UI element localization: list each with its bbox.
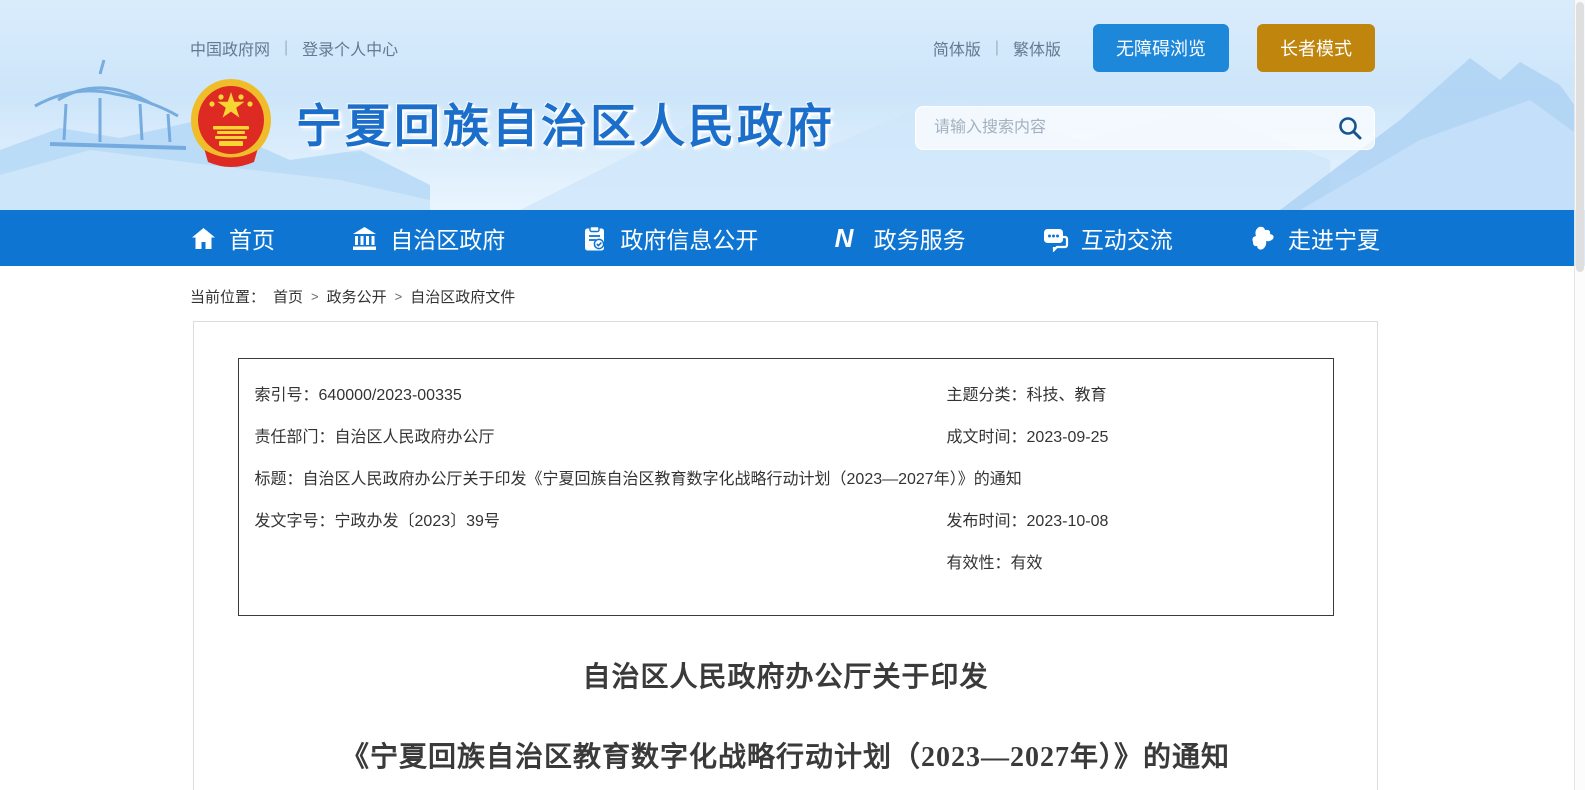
nav-label: 政府信息公开 — [620, 221, 758, 255]
site-title: 宁夏回族自治区人民政府 — [296, 90, 835, 156]
info-disclosure-clipboard-icon — [581, 225, 608, 252]
document-title-line-2: 《宁夏回族自治区教育数字化战略行动计划（2023—2027年）》的通知 — [194, 744, 1377, 772]
nav-item-enter-ningxia[interactable]: 走进宁夏 — [1249, 221, 1380, 255]
search-icon[interactable] — [1337, 115, 1363, 141]
topbar-separator: | — [284, 39, 288, 57]
page: 中国政府网 | 登录个人中心 简体版 | 繁体版 无障碍浏览 长者模式 — [0, 0, 1585, 790]
nav-label: 首页 — [229, 221, 275, 255]
home-icon — [190, 225, 217, 252]
document-panel: 索引号：640000/2023-00335 主题分类：科技、教育 责任部门：自治… — [193, 321, 1378, 790]
ningxia-map-icon — [1249, 225, 1276, 252]
search-input[interactable] — [915, 106, 1375, 150]
nav-item-home[interactable]: 首页 — [190, 221, 275, 255]
meta-index-number: 索引号：640000/2023-00335 — [255, 375, 947, 417]
document-title-block: 自治区人民政府办公厅关于印发 《宁夏回族自治区教育数字化战略行动计划（2023—… — [194, 664, 1377, 790]
scrollbar-thumb[interactable] — [1576, 2, 1584, 272]
meta-validity: 有效性：有效 — [947, 543, 1317, 585]
meta-responsible-department: 责任部门：自治区人民政府办公厅 — [255, 417, 947, 459]
nav-item-regional-government[interactable]: 自治区政府 — [351, 221, 505, 255]
document-title-line-1: 自治区人民政府办公厅关于印发 — [194, 664, 1377, 692]
breadcrumb-item-disclosure[interactable]: 政务公开 — [327, 286, 387, 307]
site-header: 中国政府网 | 登录个人中心 简体版 | 繁体版 无障碍浏览 长者模式 — [0, 0, 1585, 210]
breadcrumb-item-current: 自治区政府文件 — [410, 286, 515, 307]
traditional-chinese-link[interactable]: 繁体版 — [1013, 36, 1061, 60]
breadcrumb: 当前位置： 首页 > 政务公开 > 自治区政府文件 — [190, 286, 1585, 307]
breadcrumb-separator: > — [395, 289, 403, 304]
meta-topic-category: 主题分类：科技、教育 — [947, 375, 1317, 417]
nav-item-info-disclosure[interactable]: 政府信息公开 — [581, 221, 758, 255]
nav-item-interaction[interactable]: 互动交流 — [1042, 221, 1173, 255]
meta-document-title: 标题：自治区人民政府办公厅关于印发《宁夏回族自治区教育数字化战略行动计划（202… — [255, 459, 1317, 501]
accessibility-browse-button[interactable]: 无障碍浏览 — [1093, 24, 1229, 72]
search-box — [915, 106, 1375, 150]
lang-separator: | — [995, 39, 999, 57]
meta-empty-cell — [255, 543, 947, 585]
vertical-scrollbar[interactable] — [1574, 0, 1585, 790]
national-emblem-icon — [190, 78, 272, 168]
main-nav: 首页 自治区政府 政 — [0, 210, 1585, 266]
breadcrumb-label: 当前位置： — [190, 286, 265, 307]
nav-label: 自治区政府 — [390, 221, 505, 255]
meta-written-date: 成文时间：2023-09-25 — [947, 417, 1317, 459]
document-meta-box: 索引号：640000/2023-00335 主题分类：科技、教育 责任部门：自治… — [238, 358, 1334, 616]
breadcrumb-item-home[interactable]: 首页 — [273, 286, 303, 307]
chat-bubble-icon — [1042, 225, 1069, 252]
topbar: 中国政府网 | 登录个人中心 简体版 | 繁体版 无障碍浏览 长者模式 — [0, 24, 1585, 72]
simplified-chinese-link[interactable]: 简体版 — [933, 36, 981, 60]
nav-label: 政务服务 — [874, 221, 966, 255]
breadcrumb-separator: > — [311, 289, 319, 304]
gov-cn-link[interactable]: 中国政府网 — [190, 36, 270, 60]
nav-item-government-services[interactable]: N 政务服务 — [835, 221, 966, 255]
nav-label: 互动交流 — [1081, 221, 1173, 255]
elder-mode-button[interactable]: 长者模式 — [1257, 24, 1375, 72]
meta-document-number: 发文字号：宁政办发〔2023〕39号 — [255, 501, 947, 543]
meta-publish-date: 发布时间：2023-10-08 — [947, 501, 1317, 543]
government-building-icon — [351, 225, 378, 252]
services-n-icon: N — [835, 225, 862, 252]
site-brand[interactable]: 宁夏回族自治区人民政府 — [190, 78, 835, 168]
nav-label: 走进宁夏 — [1288, 221, 1380, 255]
login-personal-center-link[interactable]: 登录个人中心 — [302, 36, 398, 60]
